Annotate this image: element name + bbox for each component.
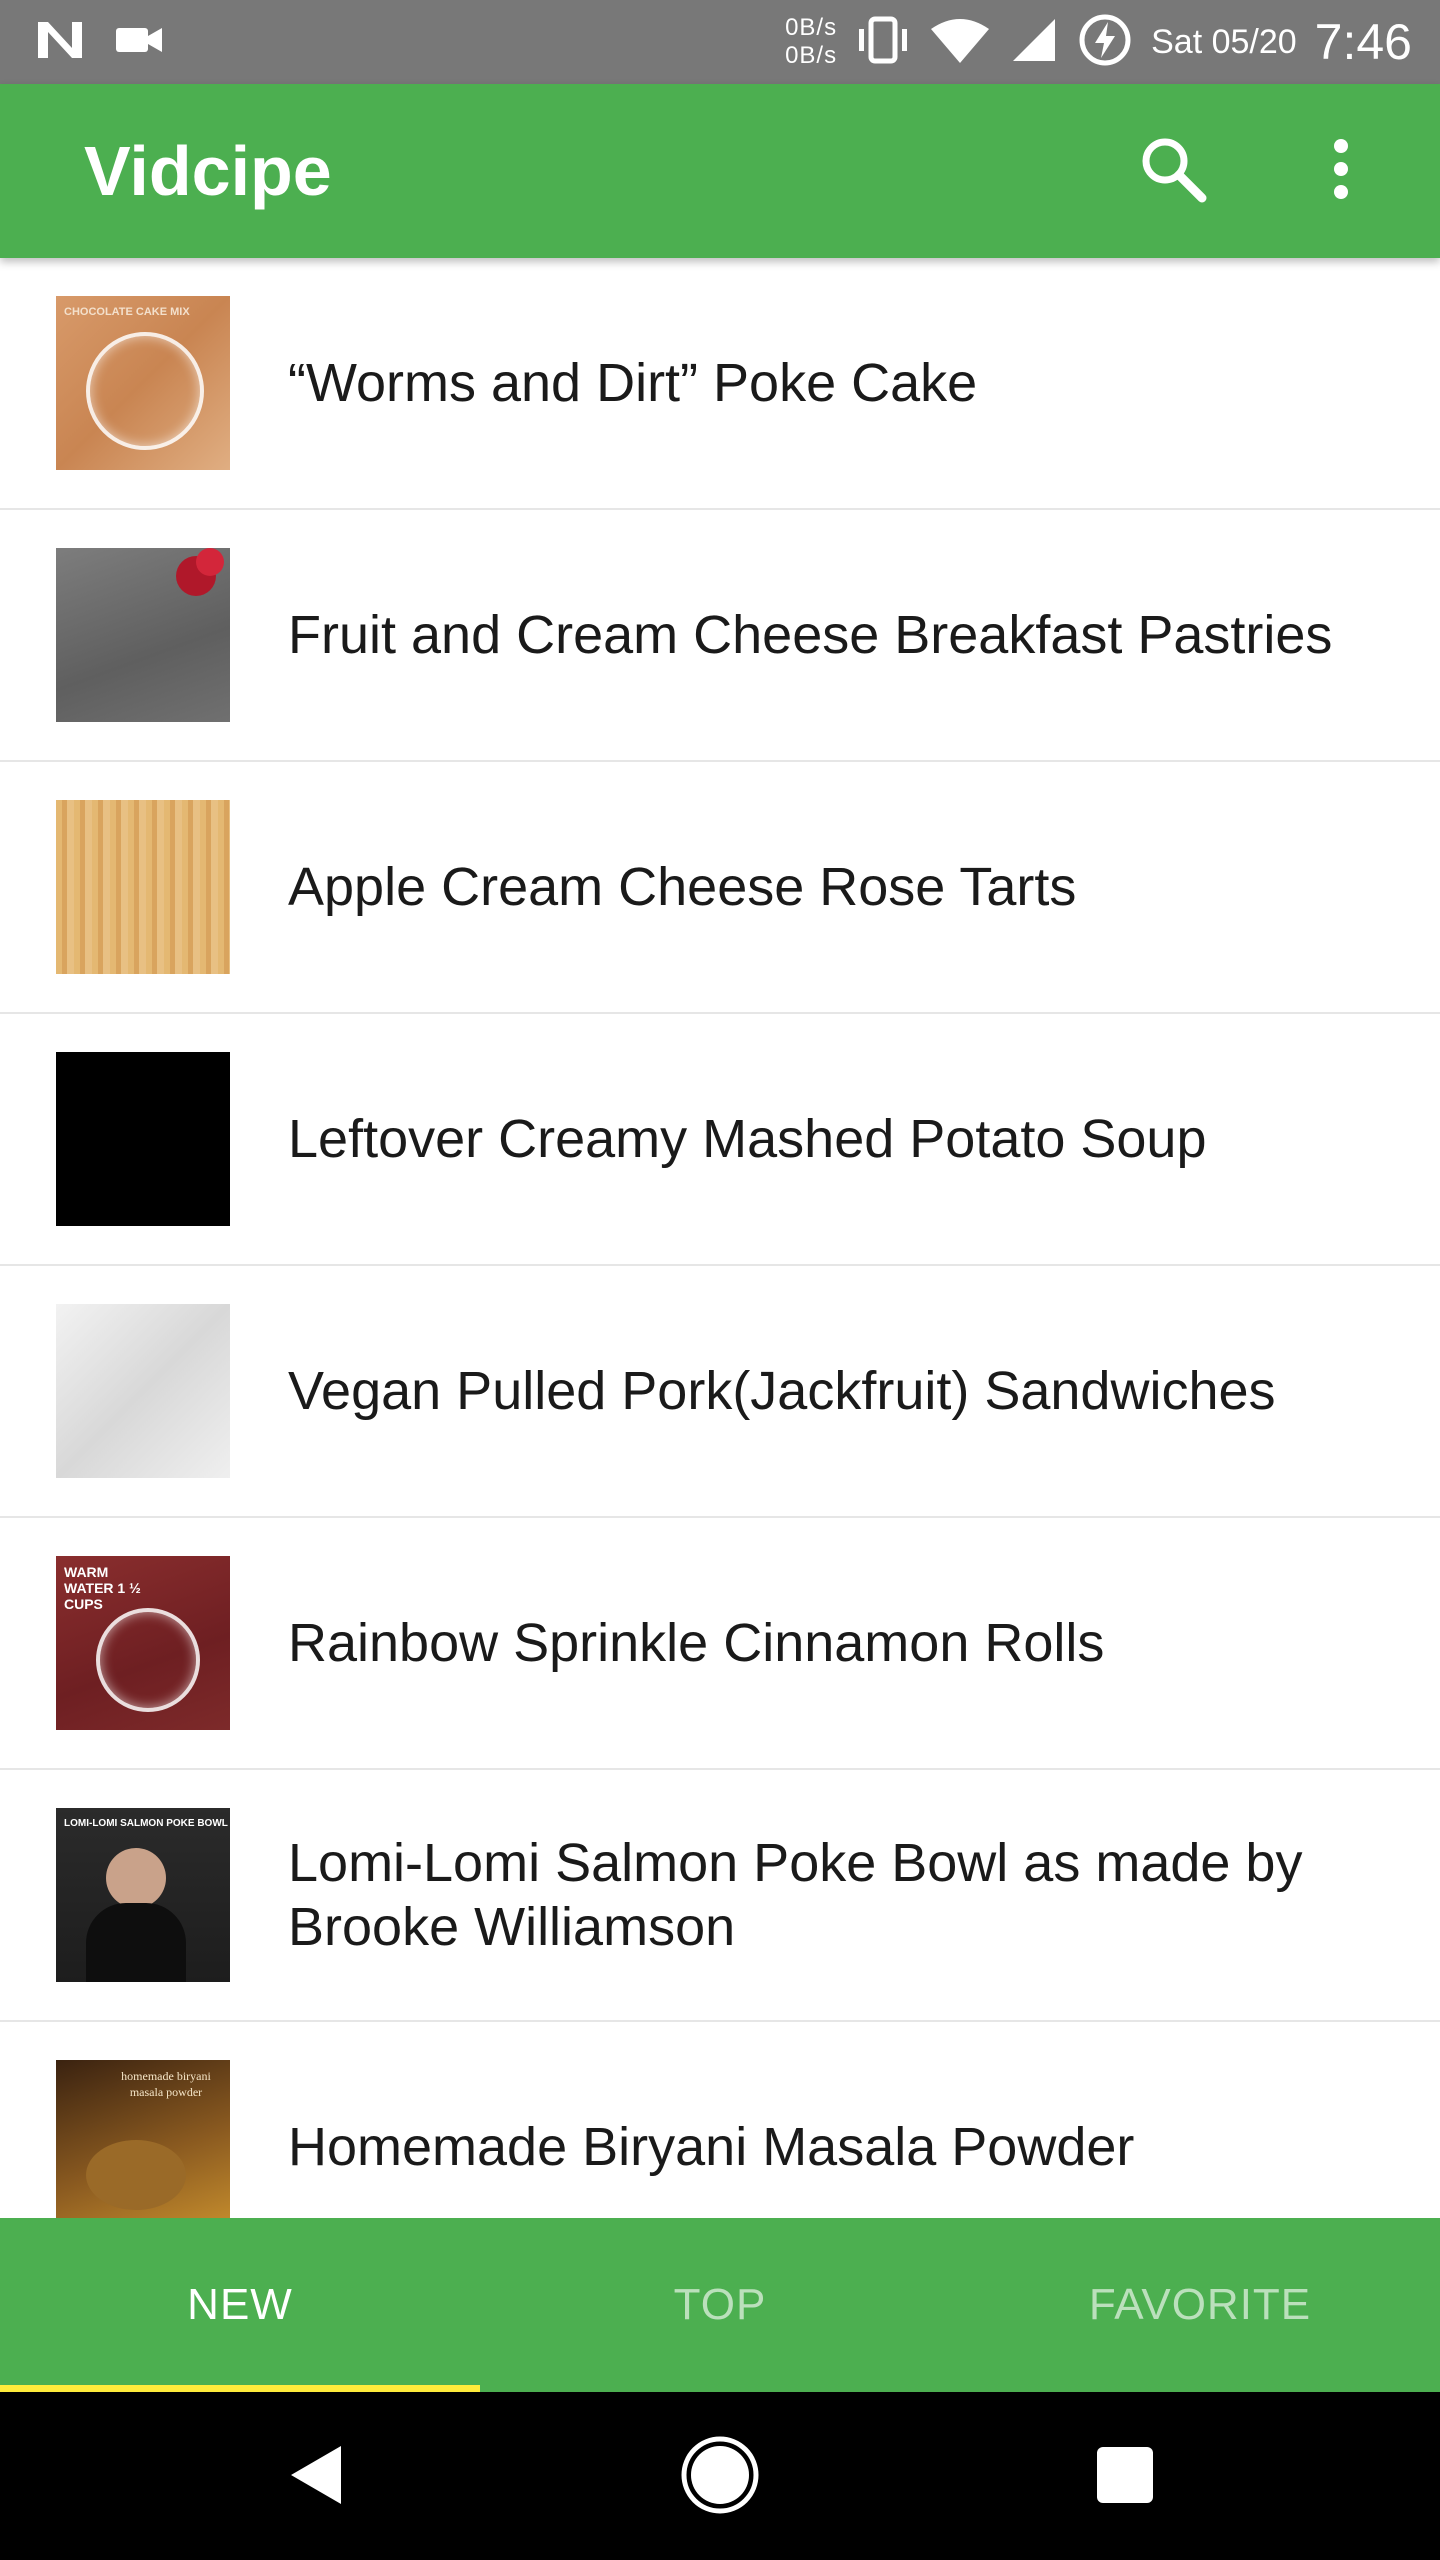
- recipe-thumbnail: CHOCOLATE CAKE MIX: [56, 296, 230, 470]
- recipe-thumbnail: [56, 548, 230, 722]
- app-bar: Vidcipe: [0, 84, 1440, 258]
- recipe-title: Lomi-Lomi Salmon Poke Bowl as made by Br…: [288, 1833, 1303, 1957]
- home-button[interactable]: [675, 2432, 765, 2522]
- tab-top[interactable]: TOP: [480, 2218, 960, 2392]
- recipe-list[interactable]: CHOCOLATE CAKE MIX “Worms and Dirt” Poke…: [0, 258, 1440, 2218]
- status-bar: 0B/s 0B/s Sat 05/20 7:46: [0, 0, 1440, 84]
- thumbnail-caption: LOMI-LOMI SALMON POKE BOWL: [64, 1818, 228, 1829]
- recipe-thumbnail: [56, 1052, 230, 1226]
- thumbnail-caption: homemade biryani masala powder: [121, 2069, 211, 2099]
- wifi-icon: [929, 15, 991, 70]
- recipe-thumbnail: homemade biryani masala powder: [56, 2060, 230, 2218]
- vibrate-icon: [855, 15, 911, 70]
- recipe-list-item[interactable]: WARM WATER 1 ½ CUPS Rainbow Sprinkle Cin…: [0, 1518, 1440, 1770]
- app-title: Vidcipe: [84, 132, 332, 210]
- thumbnail-caption: WARM WATER 1 ½ CUPS: [64, 1564, 141, 1612]
- recipe-list-item[interactable]: Vegan Pulled Pork(Jackfruit) Sandwiches: [0, 1266, 1440, 1518]
- recipe-list-item[interactable]: Apple Cream Cheese Rose Tarts: [0, 762, 1440, 1014]
- net-up-speed: 0B/s: [785, 14, 838, 41]
- search-button[interactable]: [1136, 134, 1210, 208]
- recipe-title: Fruit and Cream Cheese Breakfast Pastrie…: [288, 605, 1333, 665]
- tab-label: FAVORITE: [1088, 2280, 1312, 2329]
- more-vert-icon: [1331, 138, 1351, 205]
- recipe-title: Rainbow Sprinkle Cinnamon Rolls: [288, 1613, 1105, 1673]
- recipe-title: Leftover Creamy Mashed Potato Soup: [288, 1109, 1207, 1169]
- recipe-thumbnail: [56, 800, 230, 974]
- home-icon: [678, 2433, 762, 2522]
- tab-new[interactable]: NEW: [0, 2218, 480, 2392]
- recipe-thumbnail: LOMI-LOMI SALMON POKE BOWL: [56, 1808, 230, 1982]
- back-button[interactable]: [270, 2432, 360, 2522]
- tab-label: NEW: [187, 2280, 293, 2329]
- recipe-title: Vegan Pulled Pork(Jackfruit) Sandwiches: [288, 1361, 1276, 1421]
- tab-favorite[interactable]: FAVORITE: [960, 2218, 1440, 2392]
- search-icon: [1138, 134, 1208, 209]
- system-navigation-bar: [0, 2392, 1440, 2560]
- back-icon: [285, 2442, 345, 2513]
- status-date: Sat 05/20: [1151, 22, 1297, 61]
- net-down-speed: 0B/s: [785, 42, 838, 69]
- recipe-title: Apple Cream Cheese Rose Tarts: [288, 857, 1077, 917]
- recipe-title: Homemade Biryani Masala Powder: [288, 2117, 1135, 2177]
- video-camera-icon: [114, 22, 164, 63]
- recipe-thumbnail: WARM WATER 1 ½ CUPS: [56, 1556, 230, 1730]
- tab-label: TOP: [673, 2280, 767, 2329]
- recents-button[interactable]: [1080, 2432, 1170, 2522]
- recipe-list-item[interactable]: CHOCOLATE CAKE MIX “Worms and Dirt” Poke…: [0, 258, 1440, 510]
- bottom-tab-bar: NEW TOP FAVORITE: [0, 2218, 1440, 2392]
- n-icon: [34, 18, 86, 67]
- recipe-list-item[interactable]: LOMI-LOMI SALMON POKE BOWL Lomi-Lomi Sal…: [0, 1770, 1440, 2022]
- cell-signal-icon: [1009, 15, 1059, 70]
- tab-indicator: [0, 2385, 480, 2392]
- status-time: 7:46: [1314, 14, 1412, 70]
- recipe-list-item[interactable]: homemade biryani masala powder Homemade …: [0, 2022, 1440, 2218]
- more-options-button[interactable]: [1304, 134, 1378, 208]
- recipe-list-item[interactable]: Fruit and Cream Cheese Breakfast Pastrie…: [0, 510, 1440, 762]
- recipe-list-item[interactable]: Leftover Creamy Mashed Potato Soup: [0, 1014, 1440, 1266]
- thumbnail-caption: CHOCOLATE CAKE MIX: [64, 306, 190, 318]
- battery-charging-icon: [1077, 12, 1133, 73]
- recipe-thumbnail: [56, 1304, 230, 1478]
- network-speed: 0B/s 0B/s: [785, 14, 837, 70]
- recents-icon: [1095, 2445, 1155, 2510]
- recipe-title: “Worms and Dirt” Poke Cake: [288, 353, 978, 413]
